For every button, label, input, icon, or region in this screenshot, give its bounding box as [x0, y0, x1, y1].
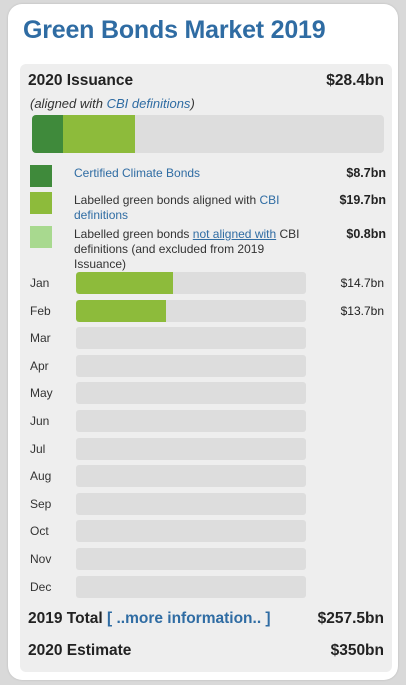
legend-swatch	[30, 165, 52, 187]
estimate-value: $350bn	[330, 642, 384, 659]
legend-swatch	[30, 226, 52, 248]
legend-label: Labelled green bonds aligned with CBI de…	[74, 193, 280, 222]
legend-swatch	[30, 192, 52, 214]
issuance-subtitle: (aligned with CBI definitions)	[30, 96, 195, 111]
month-bar-track	[76, 548, 306, 570]
month-label: Sep	[30, 496, 52, 511]
month-row: Apr	[30, 354, 386, 379]
subtitle-prefix: (aligned with	[30, 96, 107, 111]
cbi-definitions-link[interactable]: CBI definitions	[107, 96, 191, 111]
month-label: Aug	[30, 469, 52, 484]
month-row: Aug	[30, 465, 386, 489]
legend-value: $19.7bn	[339, 193, 386, 207]
month-row: Oct	[30, 520, 386, 544]
month-bar-track	[76, 575, 306, 598]
month-label: Jul	[30, 441, 46, 456]
estimate-row: 2020 Estimate $350bn	[28, 642, 384, 660]
month-row: Sep	[30, 492, 386, 517]
month-row: Jun	[30, 410, 386, 434]
month-bar-track	[76, 354, 306, 377]
month-row: Feb $13.7bn	[30, 299, 386, 324]
month-bar-track	[76, 299, 306, 322]
issuance-segment-1	[32, 115, 64, 153]
issuance-header: 2020 Issuance $28.4bn	[28, 72, 384, 90]
month-bar-track	[76, 382, 306, 405]
month-bar-track	[76, 327, 306, 350]
month-label: Oct	[30, 524, 49, 539]
month-label: Mar	[30, 331, 51, 346]
month-bar-track	[76, 272, 306, 294]
month-row: May	[30, 382, 386, 406]
month-label: Apr	[30, 358, 49, 373]
legend-value: $8.7bn	[346, 166, 386, 180]
legend-label: Labelled green bonds not aligned with CB…	[74, 227, 300, 271]
month-bar-track	[76, 437, 306, 460]
month-bar	[76, 299, 167, 322]
month-row: Dec	[30, 575, 386, 600]
month-value: $13.7bn	[340, 303, 384, 318]
estimate-label: 2020 Estimate	[28, 642, 132, 659]
month-label: Feb	[30, 303, 51, 318]
subtitle-suffix: )	[190, 96, 195, 111]
month-row: Jul	[30, 437, 386, 462]
month-label: Nov	[30, 552, 52, 566]
more-information-link[interactable]: [ ..more information.. ]	[107, 610, 271, 627]
month-bar-track	[76, 465, 306, 488]
issuance-stacked-bar	[32, 115, 384, 153]
issuance-label: 2020 Issuance	[28, 72, 134, 89]
month-bar-track	[76, 492, 306, 515]
month-row: Nov	[30, 548, 386, 572]
issuance-panel: 2020 Issuance $28.4bn (aligned with CBI …	[20, 64, 392, 672]
month-value: $14.7bn	[340, 276, 384, 290]
total-row: 2019 Total [ ..more information.. ] $257…	[28, 610, 384, 628]
month-label: Dec	[30, 579, 52, 594]
month-bar-track	[76, 520, 306, 543]
month-label: Jun	[30, 414, 50, 428]
issuance-segment-2	[63, 115, 135, 153]
total-label-group: 2019 Total [ ..more information.. ]	[28, 610, 271, 628]
month-row: Mar	[30, 327, 386, 351]
legend-label: Certified Climate Bonds	[74, 166, 201, 180]
month-bar	[76, 272, 173, 294]
month-label: Jan	[30, 276, 50, 290]
issuance-value: $28.4bn	[326, 72, 384, 89]
not-aligned-link[interactable]: not aligned with	[193, 227, 276, 241]
month-label: May	[30, 386, 53, 401]
month-row: Jan $14.7bn	[30, 272, 386, 296]
total-value: $257.5bn	[317, 610, 384, 627]
month-bar-track	[76, 410, 306, 432]
page-title: Green Bonds Market 2019	[23, 16, 326, 44]
total-label: 2019 Total	[28, 610, 103, 627]
legend-value: $0.8bn	[346, 227, 386, 241]
green-bonds-card: Green Bonds Market 2019 2020 Issuance $2…	[8, 4, 398, 680]
